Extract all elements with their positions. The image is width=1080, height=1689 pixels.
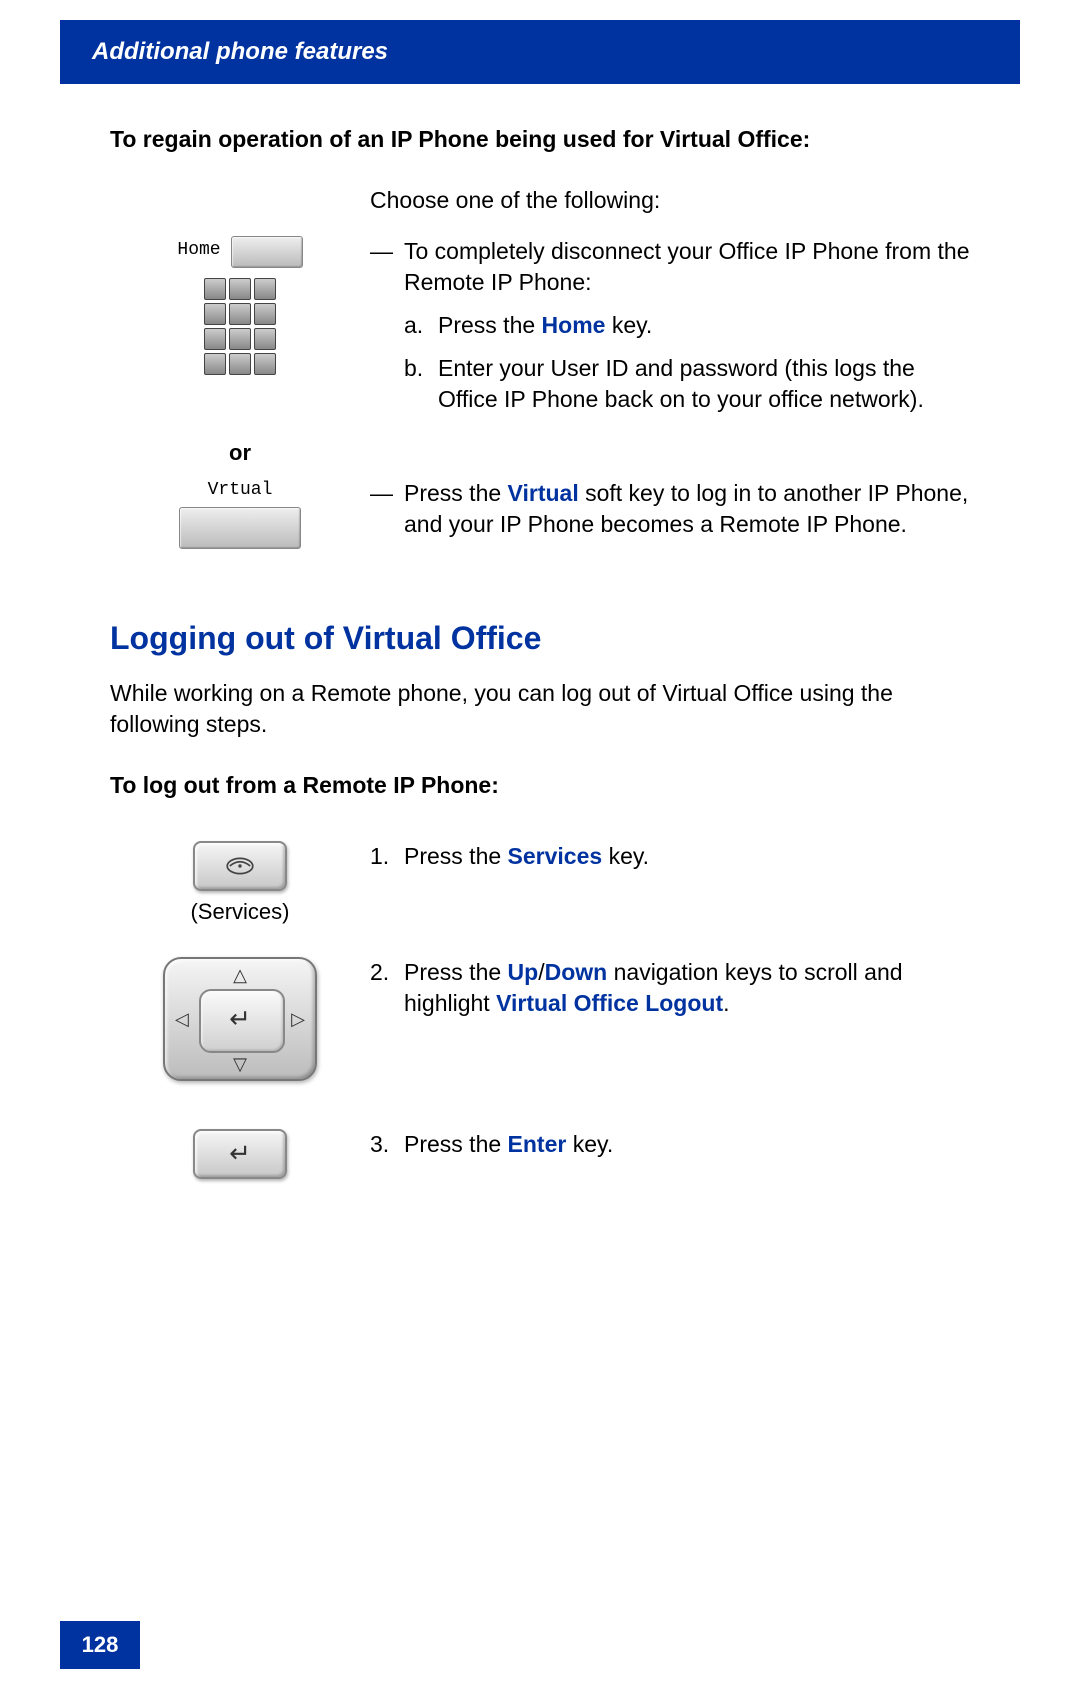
section2-subheading: To log out from a Remote IP Phone: xyxy=(110,770,970,801)
navpad-icon: △ ▽ ◁ ▷ ↵ xyxy=(163,957,317,1081)
header-bar: Additional phone features xyxy=(60,20,1020,84)
nav-right-icon: ▷ xyxy=(291,1007,305,1031)
step2-pre: Press the xyxy=(404,959,508,985)
nav-down-icon: ▽ xyxy=(233,1052,247,1076)
nav-up-icon: △ xyxy=(233,963,247,987)
step-3: 3. Press the Enter key. xyxy=(370,1129,970,1160)
enter-key-icon: ↵ xyxy=(193,1129,287,1179)
services-key-illustration: (Services) xyxy=(110,841,370,927)
virtual-key-ref: Virtual xyxy=(508,480,579,506)
step3-pre: Press the xyxy=(404,1131,508,1157)
page-content: To regain operation of an IP Phone being… xyxy=(110,124,970,1179)
keypad-icon xyxy=(204,278,276,375)
step-b: b. Enter your User ID and password (this… xyxy=(404,353,970,415)
page-number: 128 xyxy=(60,1621,140,1669)
virtual-softkey-button-icon xyxy=(179,507,301,549)
bullet1-text: To completely disconnect your Office IP … xyxy=(404,236,970,298)
step-a: a. Press the Home key. xyxy=(404,310,970,341)
step-1: 1. Press the Services key. xyxy=(370,841,970,872)
step-b-text: Enter your User ID and password (this lo… xyxy=(438,353,970,415)
up-key-ref: Up xyxy=(508,959,539,985)
section2-intro: While working on a Remote phone, you can… xyxy=(110,678,970,740)
enter-key-ref: Enter xyxy=(508,1131,567,1157)
services-key-icon xyxy=(193,841,287,891)
services-key-label: (Services) xyxy=(110,897,370,927)
home-softkey-button-icon xyxy=(231,236,303,268)
nav-left-icon: ◁ xyxy=(175,1007,189,1031)
footer: 128 xyxy=(60,1621,1020,1669)
bullet2-pre: Press the xyxy=(404,480,508,506)
section1-intro: Choose one of the following: xyxy=(370,185,970,216)
step-a-pre: Press the xyxy=(438,312,542,338)
bullet-1: — To completely disconnect your Office I… xyxy=(370,236,970,298)
section2-heading: Logging out of Virtual Office xyxy=(110,617,970,660)
step2-post: . xyxy=(723,990,729,1016)
home-key-ref: Home xyxy=(542,312,606,338)
step-2: 2. Press the Up/Down navigation keys to … xyxy=(370,957,970,1019)
section1-heading: To regain operation of an IP Phone being… xyxy=(110,124,970,155)
step-a-post: key. xyxy=(605,312,652,338)
step3-post: key. xyxy=(566,1131,613,1157)
down-key-ref: Down xyxy=(545,959,608,985)
home-softkey-label: Home xyxy=(177,238,220,262)
services-key-ref: Services xyxy=(508,843,603,869)
step1-post: key. xyxy=(602,843,649,869)
virtual-office-logout-ref: Virtual Office Logout xyxy=(496,990,723,1016)
step1-pre: Press the xyxy=(404,843,508,869)
virtual-key-illustration: Vrtual xyxy=(110,478,370,556)
enter-key-illustration: ↵ xyxy=(110,1129,370,1179)
home-key-illustration: Home xyxy=(110,236,370,427)
bullet-2: — Press the Virtual soft key to log in t… xyxy=(370,478,970,540)
header-title: Additional phone features xyxy=(92,38,388,65)
or-label: or xyxy=(229,440,251,465)
nav-enter-icon: ↵ xyxy=(229,1001,251,1036)
navpad-illustration: △ ▽ ◁ ▷ ↵ xyxy=(110,957,370,1089)
virtual-softkey-label: Vrtual xyxy=(110,478,370,502)
